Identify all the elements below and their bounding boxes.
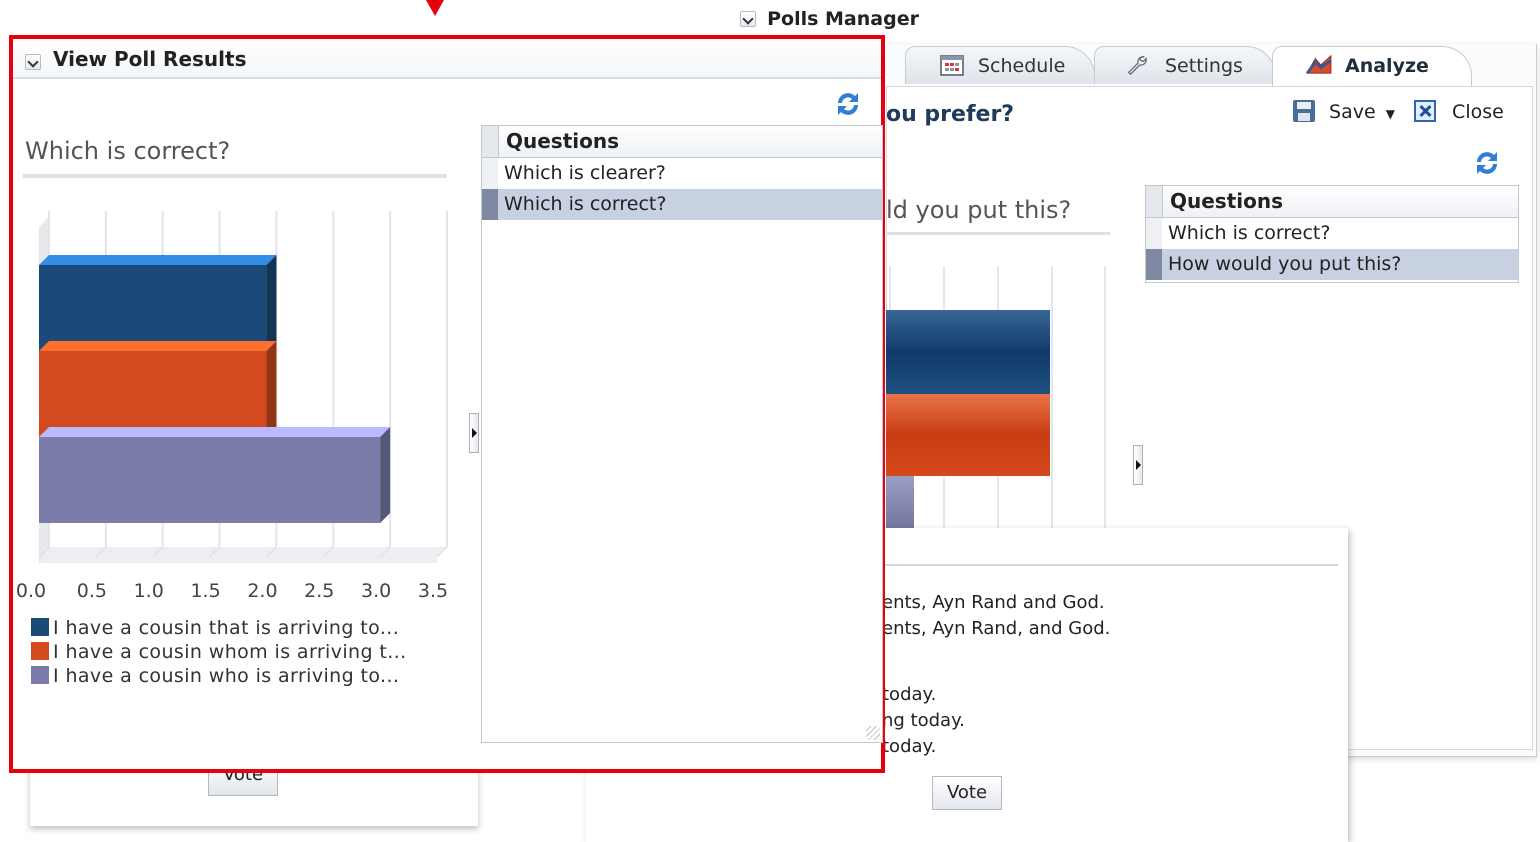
x-tick-label: 2.0 xyxy=(247,580,277,602)
question-item[interactable]: Which is clearer? xyxy=(482,158,882,189)
divider xyxy=(886,232,1110,235)
view-poll-results-title: View Poll Results xyxy=(53,47,247,71)
collapse-chevron-icon[interactable] xyxy=(25,53,41,70)
x-tick-label: 0.0 xyxy=(17,580,46,602)
splitter-toggle-bg[interactable] xyxy=(1133,445,1143,485)
close-label: Close xyxy=(1452,101,1504,123)
legend-swatch xyxy=(31,642,49,660)
chart-bar xyxy=(39,265,267,351)
pointer-arrow-icon xyxy=(426,0,444,16)
tab-analyze[interactable]: Analyze xyxy=(1272,46,1472,86)
questions-header: Questions xyxy=(482,126,882,158)
legend-swatch xyxy=(31,666,49,684)
tab-analyze-label: Analyze xyxy=(1345,55,1429,77)
tab-settings-label: Settings xyxy=(1165,55,1243,77)
legend-label: I have a cousin that is arriving to... xyxy=(53,617,400,639)
vote-button[interactable]: Vote xyxy=(932,776,1002,810)
x-tick-label: 1.5 xyxy=(190,580,220,602)
refresh-icon[interactable] xyxy=(833,89,863,119)
results-chart: 0.0 0.5 1.0 1.5 2.0 2.5 3.0 3.5 xyxy=(17,211,448,602)
wrench-icon xyxy=(1127,56,1147,76)
splitter-toggle[interactable] xyxy=(469,413,479,453)
chart-icon xyxy=(1305,54,1332,74)
tab-settings[interactable]: Settings xyxy=(1094,46,1276,84)
chart-floor xyxy=(39,547,447,563)
close-icon xyxy=(1414,100,1436,122)
divider xyxy=(882,564,1338,566)
chart-bar xyxy=(39,351,267,437)
view-poll-results-header: View Poll Results xyxy=(13,39,881,79)
x-tick-label: 0.5 xyxy=(77,580,107,602)
chart-bar-side xyxy=(380,427,391,523)
chevron-down-icon: ▼ xyxy=(1385,107,1395,121)
divider xyxy=(23,174,447,178)
save-label: Save xyxy=(1329,101,1376,123)
answer-option[interactable]: today. xyxy=(882,736,936,757)
resize-grip-icon[interactable] xyxy=(866,726,880,740)
calendar-icon xyxy=(940,55,964,76)
answer-option[interactable]: today. xyxy=(882,684,936,705)
x-tick-label: 1.0 xyxy=(134,580,164,602)
legend-item: I have a cousin that is arriving to... xyxy=(31,617,407,641)
chart-bar-side xyxy=(266,341,277,437)
chart-question-title-bg: ld you put this? xyxy=(886,196,1072,224)
chart-bar-side xyxy=(266,255,277,351)
question-item-selected[interactable]: Which is correct? xyxy=(482,189,882,220)
questions-header-bg: Questions xyxy=(1146,186,1518,218)
answer-option[interactable]: ng today. xyxy=(882,710,965,731)
question-item[interactable]: Which is correct? xyxy=(1146,218,1518,249)
x-tick-label: 3.0 xyxy=(361,580,391,602)
chart-bar-top xyxy=(39,341,277,351)
x-tick-label: 2.5 xyxy=(304,580,334,602)
legend-label: I have a cousin whom is arriving t... xyxy=(53,641,407,663)
chart-bar-top xyxy=(39,255,277,265)
chart-bar-top xyxy=(39,427,391,437)
legend-item: I have a cousin whom is arriving t... xyxy=(31,641,407,665)
chart-legend: I have a cousin that is arriving to... I… xyxy=(31,617,407,689)
legend-label: I have a cousin who is arriving to... xyxy=(53,665,400,687)
chart-question-title: Which is correct? xyxy=(25,137,231,165)
tab-schedule[interactable]: Schedule xyxy=(905,46,1095,84)
answer-option[interactable]: ents, Ayn Rand and God. xyxy=(882,592,1105,613)
legend-swatch xyxy=(31,618,49,636)
save-icon xyxy=(1293,100,1315,122)
refresh-icon[interactable] xyxy=(1472,148,1502,178)
poll-heading: ou prefer? xyxy=(886,102,1015,127)
polls-manager-header: Polls Manager xyxy=(740,8,1540,38)
tab-schedule-label: Schedule xyxy=(978,55,1066,77)
chart-bar xyxy=(886,394,1050,476)
questions-panel: Questions Which is clearer? Which is cor… xyxy=(481,125,883,743)
legend-item: I have a cousin who is arriving to... xyxy=(31,665,407,689)
collapse-chevron-icon[interactable] xyxy=(740,11,756,27)
save-button[interactable]: Save ▼ xyxy=(1293,100,1395,123)
chart-bar xyxy=(886,310,1050,394)
question-item-selected[interactable]: How would you put this? xyxy=(1146,249,1518,280)
questions-panel-bg: Questions Which is correct? How would yo… xyxy=(1145,185,1519,283)
chart-bar xyxy=(886,476,914,528)
answer-option[interactable]: ents, Ayn Rand, and God. xyxy=(882,618,1110,639)
chart-bar xyxy=(39,437,381,523)
results-chart-bg xyxy=(886,266,1106,528)
close-button[interactable]: Close xyxy=(1414,100,1504,123)
x-tick-label: 3.5 xyxy=(418,580,448,602)
polls-manager-title: Polls Manager xyxy=(767,8,919,30)
view-poll-results-panel: View Poll Results Which is correct? 0.0 0… xyxy=(9,35,885,773)
